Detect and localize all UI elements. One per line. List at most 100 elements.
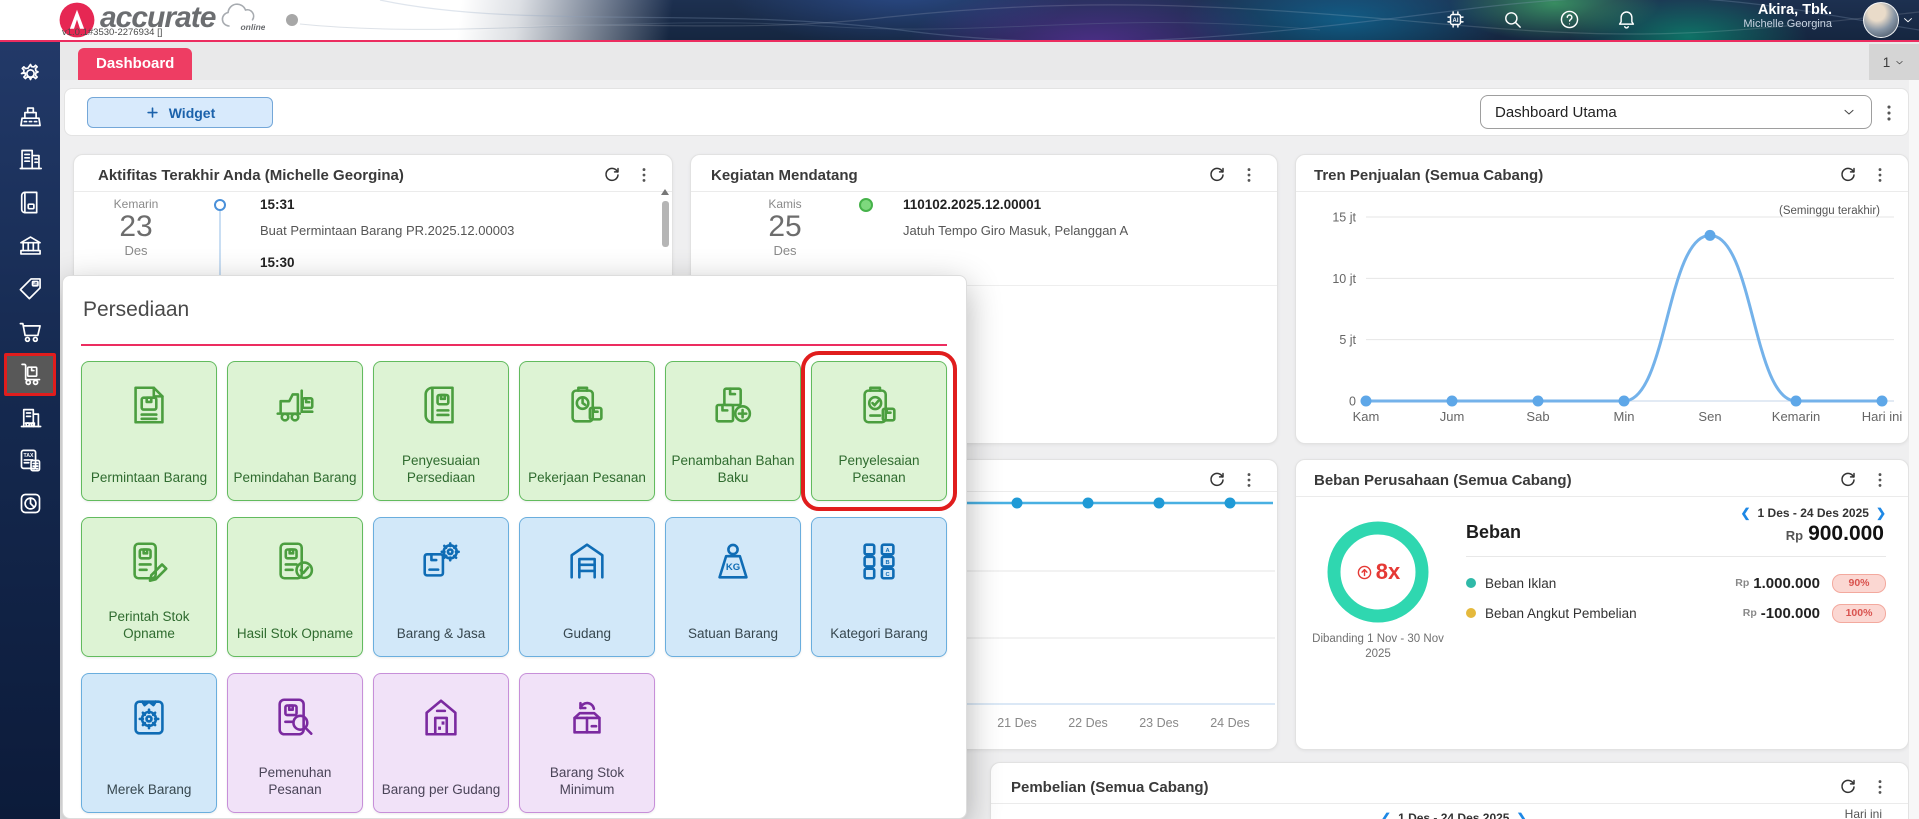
tab-dashboard[interactable]: Dashboard xyxy=(78,48,192,80)
data-point xyxy=(1533,396,1544,407)
percentage-badge: 90% xyxy=(1832,574,1886,593)
user-name: Michelle Georgina xyxy=(1743,18,1832,30)
ai-icon[interactable]: AI xyxy=(1444,8,1467,31)
refresh-icon[interactable] xyxy=(1207,470,1227,490)
gear-icon xyxy=(17,60,44,87)
sidebar-item-hand-truck[interactable] xyxy=(4,353,56,396)
refresh-icon[interactable] xyxy=(1207,165,1227,185)
sidebar-item-tax-document[interactable]: TAX xyxy=(4,439,56,482)
menu-tile-barang-per-gudang[interactable]: Barang per Gudang xyxy=(373,673,509,813)
expense-row[interactable]: Beban IklanRp1.000.00090% xyxy=(1466,568,1886,598)
kebab-menu-icon[interactable] xyxy=(1870,470,1890,490)
expense-row[interactable]: Beban Angkut PembelianRp-100.000100% xyxy=(1466,598,1886,628)
activity-text[interactable]: Buat Permintaan Barang PR.2025.12.00003 xyxy=(260,223,514,238)
card-actions xyxy=(1838,165,1890,185)
dashboard-select[interactable]: Dashboard Utama xyxy=(1480,95,1872,129)
cloud-icon: online xyxy=(217,2,265,34)
doc-check-icon xyxy=(272,538,318,584)
user-menu[interactable]: Akira, Tbk. Michelle Georgina xyxy=(1743,2,1832,30)
chevron-right-icon[interactable]: ❯ xyxy=(1876,506,1886,520)
refresh-icon[interactable] xyxy=(1838,777,1858,797)
sidebar-item-gear[interactable] xyxy=(4,52,56,95)
expense-total: Rp900.000 xyxy=(1786,522,1884,546)
sidebar: Rp TAX xyxy=(0,42,60,819)
menu-tile-hasil-stok-opname[interactable]: Hasil Stok Opname xyxy=(227,517,363,657)
x-tick-label: Sen xyxy=(1698,409,1721,424)
x-tick-label: 22 Des xyxy=(1068,716,1108,730)
chevron-down-icon[interactable] xyxy=(1901,13,1915,27)
kebab-menu-icon[interactable] xyxy=(1870,165,1890,185)
kebab-menu-icon[interactable] xyxy=(1878,102,1900,124)
avatar[interactable] xyxy=(1863,2,1899,38)
refresh-icon[interactable] xyxy=(1838,470,1858,490)
expense-multiplier-badge: 8x xyxy=(1326,520,1430,624)
timeline-date: Kemarin 23 Des xyxy=(98,197,174,258)
card-actions xyxy=(1838,470,1890,490)
menu-tile-merek-barang[interactable]: Merek Barang xyxy=(81,673,217,813)
menu-tile-label: Barang & Jasa xyxy=(378,625,504,642)
scrollbar-thumb[interactable] xyxy=(662,201,669,247)
chevron-left-icon[interactable]: ❮ xyxy=(1381,811,1391,819)
chevron-right-icon[interactable]: ❯ xyxy=(1516,811,1526,819)
event-text: Jatuh Tempo Giro Masuk, Pelanggan A xyxy=(903,223,1128,238)
comparison-period: Dibanding 1 Nov - 30 Nov 2025 xyxy=(1302,632,1454,662)
sidebar-item-bank[interactable] xyxy=(4,224,56,267)
menu-tile-penambahan-bahan-baku[interactable]: Penambahan Bahan Baku xyxy=(665,361,801,501)
search-icon[interactable] xyxy=(1501,8,1524,31)
menu-tile-label: Perintah Stok Opname xyxy=(86,608,212,642)
data-point xyxy=(1225,498,1236,509)
page-indicator-value: 1 xyxy=(1883,55,1891,70)
clipboard-sync-icon xyxy=(564,382,610,428)
menu-tile-pemindahan-barang[interactable]: Pemindahan Barang xyxy=(227,361,363,501)
sidebar-item-company-building[interactable] xyxy=(4,138,56,181)
chevron-down-icon xyxy=(1894,57,1905,68)
menu-tile-barang-jasa[interactable]: Barang & Jasa xyxy=(373,517,509,657)
menu-tile-pemenuhan-pesanan[interactable]: Pemenuhan Pesanan xyxy=(227,673,363,813)
widget-toolbar: Widget Dashboard Utama xyxy=(64,88,1909,136)
kebab-menu-icon[interactable] xyxy=(634,165,654,185)
scroll-up-arrow[interactable] xyxy=(661,189,669,195)
kebab-menu-icon[interactable] xyxy=(1239,165,1259,185)
sidebar-item-cart[interactable] xyxy=(4,310,56,353)
arrow-up-circle-icon xyxy=(1356,564,1373,581)
kebab-menu-icon[interactable] xyxy=(1239,470,1259,490)
sidebar-item-ledger-book[interactable] xyxy=(4,181,56,224)
svg-text:B: B xyxy=(886,560,890,566)
event-reference[interactable]: 110102.2025.12.00001 xyxy=(903,197,1041,212)
expense-value: -100.000 xyxy=(1761,605,1820,622)
page-scrollbar[interactable] xyxy=(1909,80,1919,819)
currency-label: Rp xyxy=(1743,607,1757,619)
menu-tile-penyelesaian-pesanan[interactable]: Penyelesaian Pesanan xyxy=(811,361,947,501)
sidebar-item-price-tag[interactable]: Rp xyxy=(4,267,56,310)
box-plus-icon xyxy=(710,382,756,428)
x-tick-label: 21 Des xyxy=(997,716,1037,730)
refresh-icon[interactable] xyxy=(602,165,622,185)
menu-tile-label: Barang Stok Minimum xyxy=(524,764,650,798)
refresh-icon[interactable] xyxy=(1838,165,1858,185)
menu-tile-label: Kategori Barang xyxy=(816,625,942,642)
kebab-menu-icon[interactable] xyxy=(1870,777,1890,797)
sidebar-item-report-pie[interactable] xyxy=(4,482,56,525)
sidebar-item-cash-register[interactable] xyxy=(4,95,56,138)
add-widget-button[interactable]: Widget xyxy=(87,97,273,128)
chevron-left-icon[interactable]: ❮ xyxy=(1740,506,1750,520)
menu-tile-perintah-stok-opname[interactable]: Perintah Stok Opname xyxy=(81,517,217,657)
forklift-icon xyxy=(272,382,318,428)
help-icon[interactable] xyxy=(1558,8,1581,31)
book-box-icon xyxy=(418,382,464,428)
menu-tile-penyesuaian-persediaan[interactable]: Penyesuaian Persediaan xyxy=(373,361,509,501)
sidebar-item-building-vehicle[interactable] xyxy=(4,396,56,439)
svg-text:A: A xyxy=(886,548,890,554)
brand-gear-icon xyxy=(126,694,172,740)
menu-tile-barang-stok-minimum[interactable]: Barang Stok Minimum xyxy=(519,673,655,813)
menu-tile-kategori-barang[interactable]: ABCKategori Barang xyxy=(811,517,947,657)
svg-text:Rp: Rp xyxy=(33,282,37,286)
cart-icon xyxy=(17,318,44,345)
bell-icon[interactable] xyxy=(1615,8,1638,31)
page-indicator[interactable]: 1 xyxy=(1869,44,1919,80)
menu-tile-gudang[interactable]: Gudang xyxy=(519,517,655,657)
menu-tile-pekerjaan-pesanan[interactable]: Pekerjaan Pesanan xyxy=(519,361,655,501)
bank-icon xyxy=(17,232,44,259)
menu-tile-satuan-barang[interactable]: KGSatuan Barang xyxy=(665,517,801,657)
menu-tile-permintaan-barang[interactable]: Permintaan Barang xyxy=(81,361,217,501)
